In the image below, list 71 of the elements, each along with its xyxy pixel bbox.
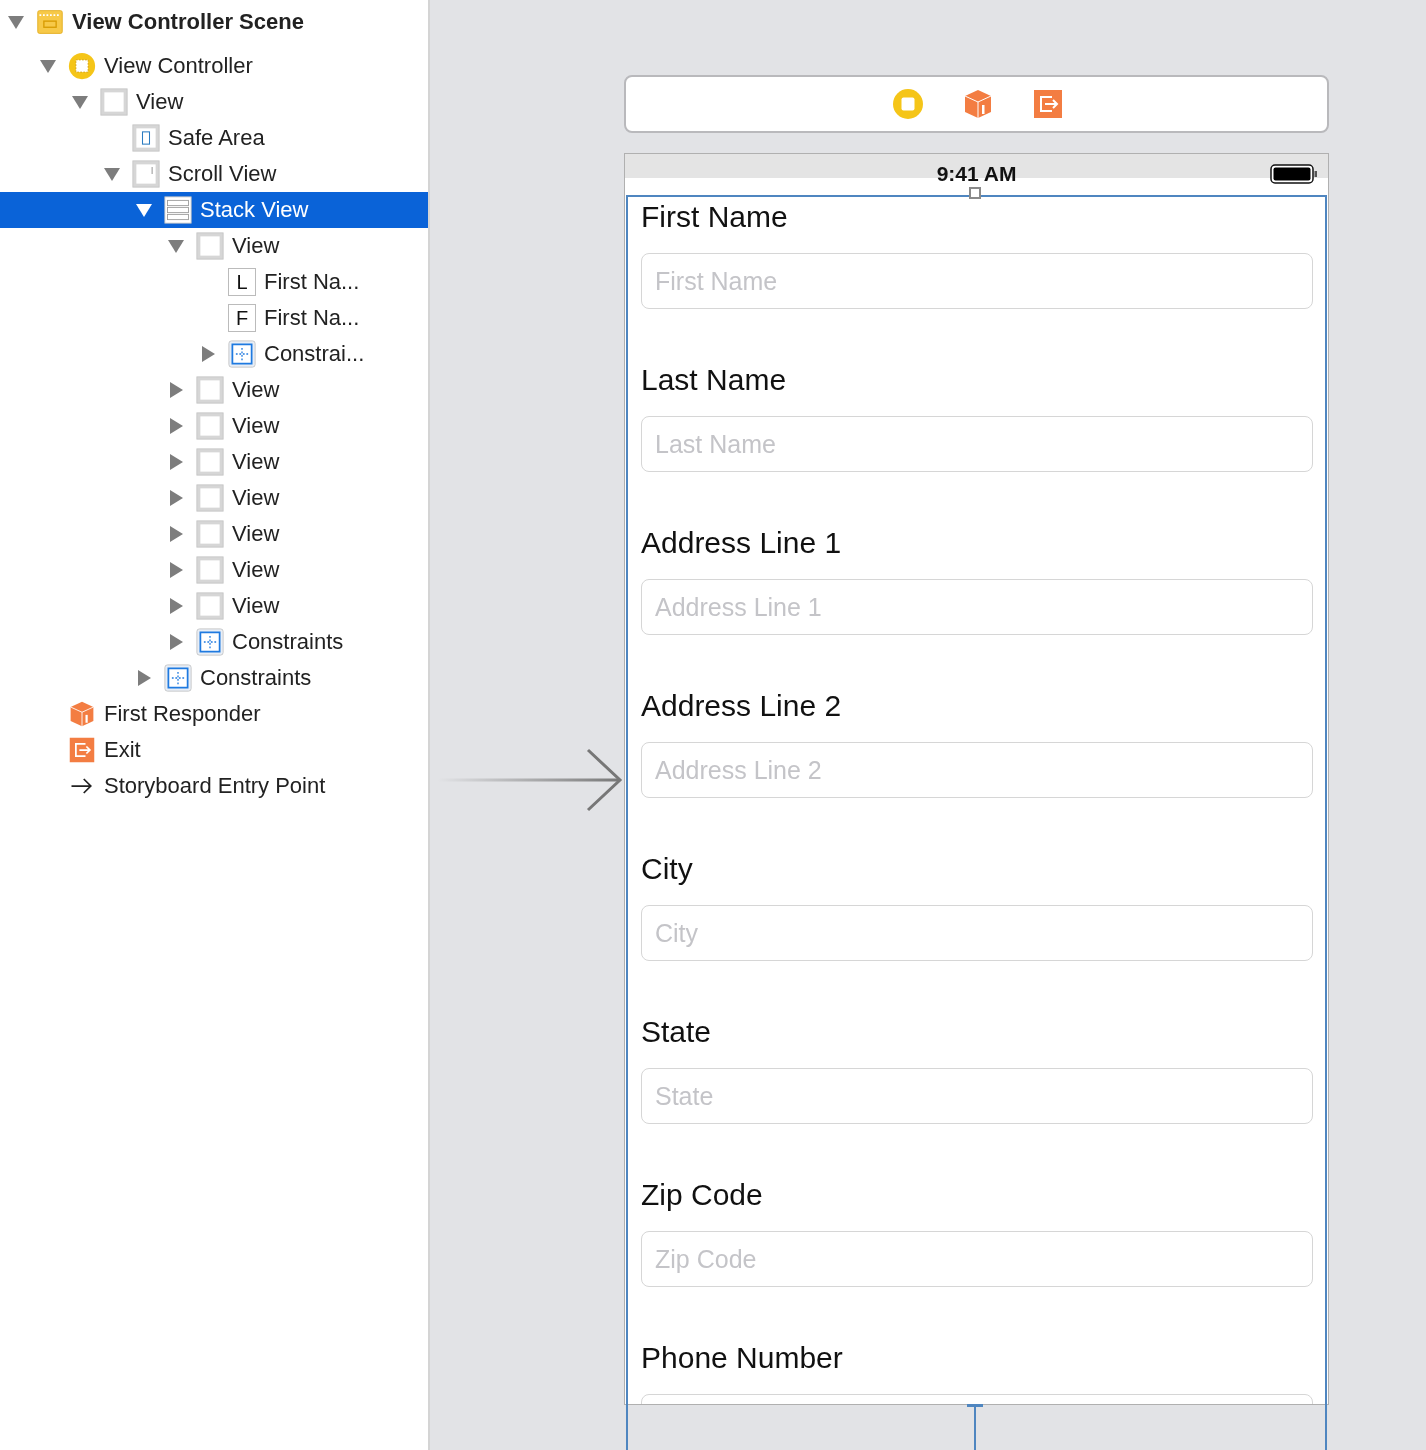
outline-item[interactable]: F First Na... [0,300,428,336]
field-label: Address Line 2 [641,688,843,724]
outline-item[interactable]: View [0,228,428,264]
constraints-icon [164,664,192,692]
scroll-view-icon [132,160,160,188]
view-icon [196,484,224,512]
disclosure-triangle[interactable] [136,202,152,218]
field-label: Address Line 1 [641,525,843,561]
outline-item[interactable]: View [0,372,428,408]
outline-item[interactable]: L First Na... [0,264,428,300]
resize-handle[interactable] [969,187,981,199]
battery-icon [1270,163,1318,185]
field-label: State [641,1014,713,1050]
view-icon [196,448,224,476]
field-label: Phone Number [641,1340,844,1376]
outline-item[interactable]: Safe Area [0,120,428,156]
constraints-icon [196,628,224,656]
field-label: City [641,851,694,887]
view-icon [196,520,224,548]
outline-item[interactable]: View [0,588,428,624]
outline-item[interactable]: Stack View [0,192,428,228]
view-icon [196,592,224,620]
type-letter-icon: F [228,304,256,332]
view-icon [196,556,224,584]
outline-item[interactable]: View Controller Scene [0,4,428,40]
disclosure-triangle[interactable] [168,562,184,578]
disclosure-triangle[interactable] [168,490,184,506]
scene-icon [36,8,64,36]
disclosure-triangle[interactable] [72,94,88,110]
outline-item[interactable]: View Controller [0,48,428,84]
view-icon [196,232,224,260]
outline-item[interactable]: View [0,444,428,480]
disclosure-triangle[interactable] [40,58,56,74]
outline-item[interactable]: View [0,552,428,588]
field-label: Last Name [641,362,788,398]
disclosure-triangle[interactable] [168,634,184,650]
safe-area-icon [132,124,160,152]
disclosure-triangle[interactable] [200,346,216,362]
disclosure-triangle[interactable] [168,238,184,254]
status-time: 9:41 AM [936,162,1017,186]
outline-item[interactable]: First Responder [0,696,428,732]
outline-item[interactable]: View [0,84,428,120]
outline-item[interactable]: View [0,516,428,552]
view-icon [196,376,224,404]
type-letter-icon: L [228,268,256,296]
disclosure-triangle[interactable] [168,598,184,614]
disclosure-triangle[interactable] [168,526,184,542]
field-label: Zip Code [641,1177,764,1213]
disclosure-triangle[interactable] [168,382,184,398]
disclosure-triangle[interactable] [168,454,184,470]
outline-item[interactable]: Scroll View [0,156,428,192]
disclosure-triangle[interactable] [168,418,184,434]
outline-item[interactable]: View [0,408,428,444]
field-label: First Name [641,199,789,235]
outline-item[interactable]: View [0,480,428,516]
stack-view-icon [164,196,192,224]
view-icon [100,88,128,116]
outline-item[interactable]: Constraints [0,660,428,696]
exit-icon [68,736,96,764]
exit-icon[interactable] [1031,88,1064,120]
outline-item[interactable]: Constrai... [0,336,428,372]
cube-icon [68,700,96,728]
view-controller-icon [68,52,96,80]
disclosure-triangle[interactable] [104,166,120,182]
outline-item[interactable]: Exit [0,732,428,768]
outline-item[interactable]: Constraints [0,624,428,660]
view-icon [196,412,224,440]
outline-item[interactable]: Storyboard Entry Point [0,768,428,804]
disclosure-triangle[interactable] [8,14,24,30]
disclosure-triangle[interactable] [136,670,152,686]
constraints-icon [228,340,256,368]
